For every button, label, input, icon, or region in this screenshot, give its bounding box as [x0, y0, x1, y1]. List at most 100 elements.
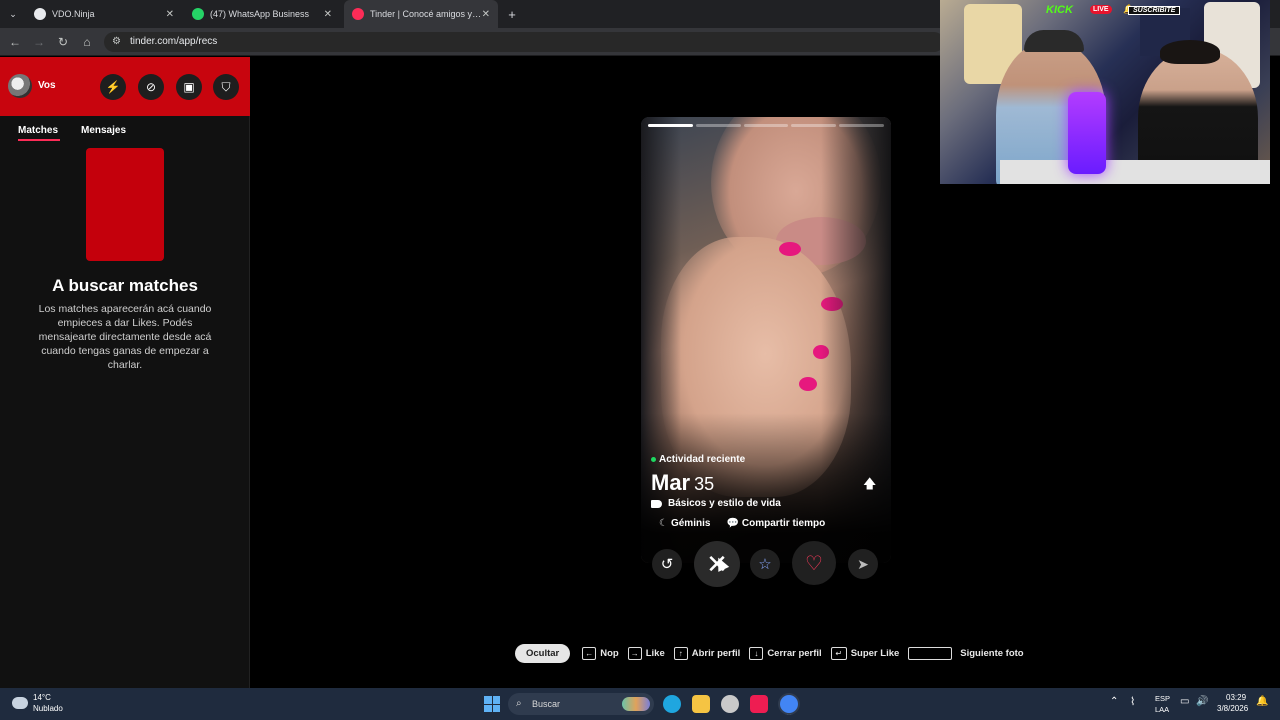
volume-icon[interactable]: 🔊 — [1196, 696, 1208, 707]
windows-start-icon[interactable] — [484, 696, 500, 712]
sidebar-header: Vos ⚡ ⊘ ▣ ⛉ — [0, 57, 250, 116]
tab-vdo-ninja[interactable]: VDO.Ninja ✕ — [28, 0, 182, 28]
hint-label: Super Like — [850, 647, 900, 659]
site-info-icon[interactable]: ⚙ — [112, 32, 121, 52]
basics-row: Básicos y estilo de vida — [651, 498, 781, 509]
microphone — [1068, 92, 1106, 174]
whatsapp-favicon-icon — [192, 8, 204, 20]
down-arrow-key-icon: ↓ — [749, 646, 764, 660]
photo-progress-segment[interactable] — [695, 124, 741, 127]
hint-open-profile: ↑ Abrir perfil — [673, 646, 741, 660]
edge-app-icon[interactable] — [663, 695, 681, 713]
chevron-down-icon: ⌄ — [9, 8, 17, 19]
close-tab-icon[interactable]: ✕ — [482, 9, 490, 20]
keyboard-layout-indicator[interactable]: LAA — [1155, 705, 1169, 714]
display-icon[interactable]: ▭ — [1180, 696, 1189, 707]
network-icon[interactable]: ⌇ — [1130, 695, 1135, 708]
photo-progress-segment[interactable] — [839, 124, 884, 127]
basics-label: Básicos y estilo de vida — [668, 498, 781, 509]
online-dot-icon — [651, 457, 656, 462]
like-button[interactable]: ♡ — [792, 541, 836, 585]
file-explorer-icon[interactable] — [692, 695, 710, 713]
explore-icon[interactable]: ⊘ — [138, 74, 164, 100]
empty-state-description: Los matches aparecerán acá cuando empiec… — [38, 303, 212, 371]
profile-age: 35 — [694, 474, 715, 494]
clock-time[interactable]: 03:29 — [1226, 693, 1246, 702]
photo-progress-segment[interactable] — [648, 124, 693, 127]
photo-detail — [779, 242, 801, 256]
profile-card[interactable]: Actividad reciente Mar 35 🡅 Básicos y est… — [641, 117, 891, 563]
heart-icon: ♡ — [805, 552, 823, 575]
weather-desc[interactable]: Nublado — [33, 704, 63, 713]
tab-search-button[interactable]: ⌄ — [4, 0, 22, 28]
chrome-app-icon[interactable] — [780, 695, 798, 713]
tab-tinder[interactable]: Tinder | Conocé amigos y gente ✕ — [344, 0, 498, 28]
hint-label: Nop — [600, 647, 619, 659]
close-tab-icon[interactable]: ✕ — [166, 9, 174, 20]
taskbar-search[interactable]: ⌕ Buscar — [508, 693, 654, 715]
hint-like: → Like — [627, 646, 665, 660]
chip-label: Compartir tiempo — [741, 518, 826, 529]
boost-button[interactable]: ➤ — [848, 549, 878, 579]
tab-messages[interactable]: Mensajes — [81, 125, 126, 136]
send-icon: ➤ — [857, 555, 869, 572]
weather-temp[interactable]: 14°C — [33, 693, 51, 702]
back-button[interactable]: ← — [7, 34, 23, 50]
tiktok-app-icon[interactable] — [750, 695, 768, 713]
boost-icon[interactable]: ⚡ — [100, 74, 126, 100]
tab-whatsapp[interactable]: (47) WhatsApp Business ✕ — [186, 0, 340, 28]
subscribe-badge: SUSCRIBITE — [1128, 6, 1181, 15]
photo-progress-segment[interactable] — [791, 124, 837, 127]
avatar[interactable] — [8, 74, 32, 98]
close-tab-icon[interactable]: ✕ — [324, 9, 332, 20]
streamer-cap — [1024, 30, 1084, 52]
open-profile-arrow-icon[interactable]: 🡅 — [863, 475, 876, 497]
search-label: Buscar — [532, 699, 561, 709]
start-tile — [484, 696, 492, 704]
tinder-sidebar: Vos ⚡ ⊘ ▣ ⛉ Matches Mensajes A buscar ma… — [0, 57, 250, 688]
sidebar-tabs: Matches Mensajes — [0, 123, 250, 143]
home-button[interactable]: ⌂ — [79, 34, 95, 50]
hint-label: Like — [645, 647, 665, 659]
super-like-button[interactable]: ☆ — [750, 549, 780, 579]
tag-icon — [651, 499, 662, 508]
cloud-icon[interactable] — [12, 697, 28, 709]
reload-button[interactable]: ↻ — [55, 34, 71, 50]
right-arrow-key-icon: → — [627, 646, 642, 660]
briefcase-icon[interactable]: ▣ — [176, 74, 202, 100]
shield-icon[interactable]: ⛉ — [213, 74, 239, 100]
profile-first-name: Mar — [651, 470, 691, 495]
match-placeholder-card — [86, 148, 164, 261]
empty-state-title: A buscar matches — [52, 276, 198, 295]
photo-progress-segment[interactable] — [743, 124, 789, 127]
hint-label: Siguiente foto — [960, 647, 1024, 659]
profile-name-age: Mar 35 — [651, 470, 714, 496]
activity-text: Actividad reciente — [659, 454, 746, 465]
rewind-icon: ↺ — [660, 556, 674, 573]
profile-name[interactable]: Vos — [38, 80, 56, 91]
webcam-overlay: KICK LIVE 🔔 SUSCRIBITE — [940, 0, 1270, 184]
hide-hints-button[interactable]: Ocultar — [515, 643, 571, 663]
photo-detail — [799, 377, 817, 391]
tray-overflow-icon[interactable]: ⌃ — [1110, 696, 1118, 707]
app-circle-icon[interactable] — [721, 695, 739, 713]
profile-chips: ☾ Géminis 💬 Compartir tiempo — [659, 518, 825, 529]
hint-label: Abrir perfil — [691, 647, 741, 659]
clock-date[interactable]: 3/8/2026 — [1217, 704, 1248, 713]
hint-nope: ← Nop — [582, 646, 619, 660]
address-bar[interactable]: ⚙ tinder.com/app/recs — [104, 32, 944, 52]
forward-button[interactable]: → — [31, 34, 47, 50]
language-indicator[interactable]: ESP — [1155, 694, 1170, 703]
new-tab-button[interactable]: + — [504, 0, 520, 28]
hint-super-like: ↵ Super Like — [830, 646, 900, 660]
activity-status: Actividad reciente — [651, 454, 745, 465]
moon-icon: ☾ — [659, 518, 668, 529]
star-icon: ☆ — [758, 556, 772, 573]
rewind-button[interactable]: ↺ — [652, 549, 682, 579]
start-tile — [492, 704, 500, 712]
tab-matches[interactable]: Matches — [18, 125, 61, 141]
keyboard-hints: Ocultar ← Nop → Like ↑ Abrir perfil ↓ Cerrar… — [515, 643, 1033, 663]
notification-bell-icon[interactable]: 🔔 — [1256, 696, 1268, 707]
hint-label: Cerrar perfil — [767, 647, 822, 659]
windows-taskbar: 14°C Nublado ⌕ Buscar ⌃ ⌇ ESP LAA ▭ 🔊 03… — [0, 688, 1280, 720]
